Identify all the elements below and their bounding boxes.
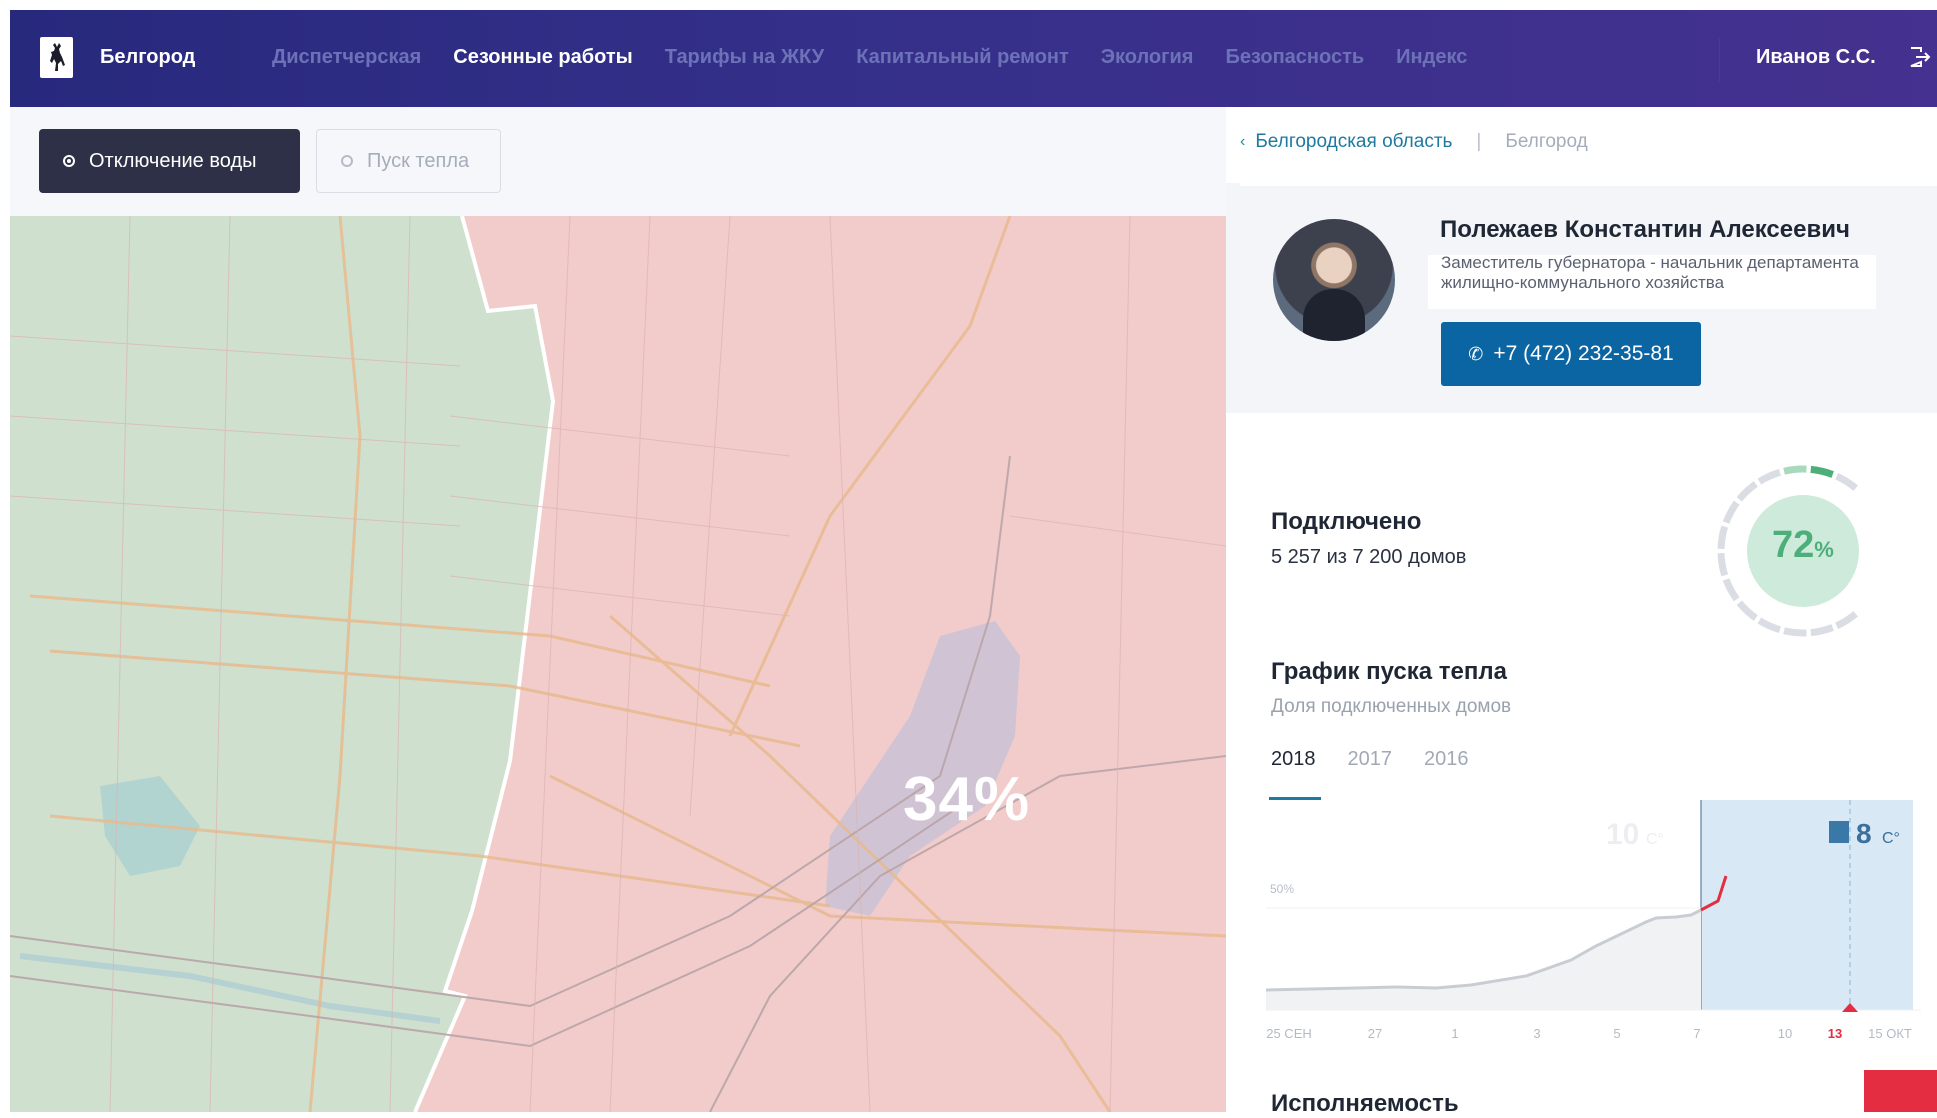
tab-2018[interactable]: 2018 bbox=[1271, 748, 1316, 771]
ring-segment bbox=[1736, 600, 1758, 621]
call-button[interactable]: ✆ +7 (472) 232-35-81 bbox=[1441, 322, 1701, 386]
nav-item-seasonal-works[interactable]: Сезонные работы bbox=[453, 46, 632, 69]
nav-item-security[interactable]: Безопасность bbox=[1225, 46, 1364, 69]
heat-start-label: Пуск тепла bbox=[367, 149, 470, 172]
x-tick-label: 1 bbox=[1451, 1026, 1458, 1041]
nav-item-capital-repair[interactable]: Капитальный ремонт bbox=[856, 46, 1069, 69]
connected-percent: 72% bbox=[1772, 524, 1834, 567]
ring-segment bbox=[1783, 465, 1807, 475]
official-name: Полежаев Константин Алексеевич bbox=[1440, 216, 1850, 243]
past-temperature-unit: C° bbox=[1646, 831, 1664, 848]
nav-item-index[interactable]: Индекс bbox=[1396, 46, 1467, 69]
ring-segment bbox=[1736, 481, 1758, 502]
current-temperature: 8 bbox=[1856, 818, 1872, 849]
breadcrumb-current-city: Белгород bbox=[1505, 131, 1588, 152]
red-corner-tab[interactable] bbox=[1864, 1070, 1937, 1112]
official-role: Заместитель губернатора - начальник депа… bbox=[1441, 253, 1859, 292]
ring-segment bbox=[1757, 468, 1781, 485]
city-logo[interactable] bbox=[40, 37, 73, 78]
card-top-divider bbox=[1240, 183, 1937, 186]
past-temperature: 10 bbox=[1606, 818, 1639, 851]
heat-start-toggle[interactable]: Пуск тепла bbox=[316, 129, 501, 193]
current-temperature-unit: C° bbox=[1882, 830, 1900, 847]
user-name[interactable]: Иванов С.С. bbox=[1756, 46, 1876, 69]
breadcrumb: ‹ Белгородская область | Белгород bbox=[1240, 131, 1588, 153]
city-map[interactable]: 34% bbox=[10, 216, 1226, 1112]
user-divider bbox=[1719, 38, 1720, 82]
x-tick-label: 25 СЕН bbox=[1266, 1026, 1312, 1041]
ring-segment bbox=[1810, 465, 1834, 478]
breadcrumb-region-link[interactable]: Белгородская область bbox=[1255, 131, 1452, 153]
year-tabs: 2018 2017 2016 bbox=[1271, 748, 1501, 771]
x-tick-label: 5 bbox=[1613, 1026, 1620, 1041]
x-tick-label: 27 bbox=[1368, 1026, 1382, 1041]
deer-emblem-icon bbox=[49, 42, 65, 71]
connected-percent-sign: % bbox=[1814, 537, 1834, 562]
water-off-label: Отключение воды bbox=[89, 149, 257, 172]
top-navigation-bar: Белгород Диспетчерская Сезонные работы Т… bbox=[10, 10, 1937, 107]
chevron-left-icon[interactable]: ‹ bbox=[1240, 133, 1245, 151]
radio-unselected-icon bbox=[341, 155, 353, 167]
tab-2017[interactable]: 2017 bbox=[1348, 748, 1393, 771]
tab-2016[interactable]: 2016 bbox=[1424, 748, 1469, 771]
official-role-box: Заместитель губернатора - начальник депа… bbox=[1428, 253, 1876, 309]
ring-segment bbox=[1722, 500, 1740, 524]
ring-segment bbox=[1717, 525, 1729, 550]
ring-segment bbox=[1717, 552, 1729, 577]
phone-icon: ✆ bbox=[1468, 343, 1484, 364]
x-tick-label: 15 ОКТ bbox=[1868, 1026, 1912, 1041]
x-tick-label: 13 bbox=[1828, 1026, 1842, 1041]
breadcrumb-separator: | bbox=[1476, 131, 1482, 152]
heat-start-chart[interactable]: 50%10 C° 8 C°25 СЕН 27 1 3 5 7 10 13 15 ОКТ bbox=[1266, 800, 1921, 1045]
ring-segment bbox=[1757, 617, 1781, 634]
ring-segment bbox=[1722, 578, 1740, 602]
temperature-square-icon bbox=[1829, 821, 1849, 843]
main-navigation: Диспетчерская Сезонные работы Тарифы на … bbox=[272, 46, 1499, 69]
water-off-toggle[interactable]: Отключение воды bbox=[39, 129, 300, 193]
x-tick-label: 3 bbox=[1533, 1026, 1540, 1041]
logout-icon[interactable] bbox=[1907, 45, 1931, 69]
chart-title: График пуска тепла bbox=[1271, 658, 1507, 685]
x-tick-label: 10 bbox=[1778, 1026, 1792, 1041]
x-tick-label: 7 bbox=[1693, 1026, 1700, 1041]
connected-area bbox=[1266, 910, 1701, 1010]
ring-segment bbox=[1835, 473, 1858, 491]
city-name[interactable]: Белгород bbox=[100, 46, 195, 69]
nav-item-ecology[interactable]: Экология bbox=[1101, 46, 1194, 69]
ring-segment bbox=[1835, 611, 1858, 629]
ring-segment bbox=[1783, 627, 1807, 637]
nav-item-tariffs[interactable]: Тарифы на ЖКУ bbox=[665, 46, 824, 69]
map-percent-overlay: 34% bbox=[903, 765, 1031, 834]
y-label-50: 50% bbox=[1270, 882, 1294, 896]
phone-number: +7 (472) 232-35-81 bbox=[1493, 342, 1674, 365]
mode-toggle-bar: Отключение воды Пуск тепла bbox=[10, 107, 1226, 216]
execution-section-title: Исполняемость bbox=[1271, 1090, 1459, 1117]
connected-title: Подключено bbox=[1271, 508, 1422, 535]
radio-selected-icon bbox=[63, 155, 75, 167]
official-avatar bbox=[1273, 219, 1395, 341]
connected-subtitle: 5 257 из 7 200 домов bbox=[1271, 546, 1467, 568]
map-layer bbox=[10, 216, 1226, 1112]
ring-segment bbox=[1810, 624, 1834, 637]
connected-percent-number: 72 bbox=[1772, 524, 1815, 566]
nav-item-dispatch[interactable]: Диспетчерская bbox=[272, 46, 421, 69]
chart-subtitle: Доля подключенных домов bbox=[1271, 696, 1512, 717]
